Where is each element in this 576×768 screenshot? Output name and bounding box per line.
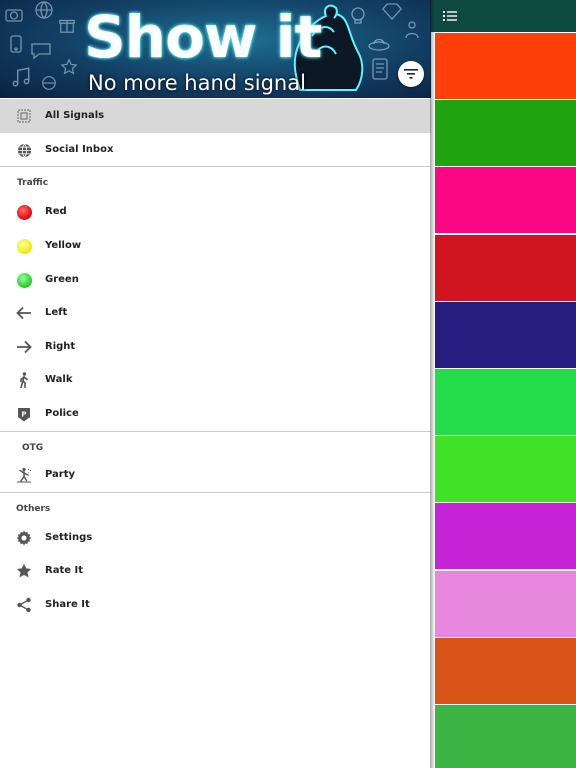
chat-doodle-icon: [31, 43, 51, 60]
star-icon: [15, 562, 33, 580]
globe-doodle-icon: [35, 1, 53, 19]
party-dancer-icon: [15, 466, 33, 484]
menu-item-left[interactable]: Left: [0, 296, 431, 330]
menu-item-label: Right: [45, 341, 76, 352]
menu-item-police[interactable]: P Police: [0, 397, 431, 431]
yellow-light-icon: [15, 237, 33, 255]
gear-icon: [15, 529, 33, 547]
phone-doodle-icon: [10, 35, 22, 53]
divider: [0, 166, 431, 167]
document-doodle-icon: [372, 58, 388, 80]
arrow-right-icon: [15, 338, 33, 356]
red-light-icon: [15, 203, 33, 221]
menu-item-social-inbox[interactable]: Social Inbox: [0, 133, 431, 167]
menu-item-party[interactable]: Party: [0, 458, 431, 492]
banner-subtitle: No more hand signal: [88, 71, 306, 95]
menu-item-share[interactable]: Share It: [0, 588, 431, 622]
top-bar: [431, 0, 576, 32]
globe-small-doodle-icon: [42, 76, 56, 90]
menu-item-label: Yellow: [45, 240, 82, 251]
globe-icon: [15, 141, 33, 159]
menu-item-green[interactable]: Green: [0, 263, 431, 297]
music-doodle-icon: [12, 67, 30, 87]
ufo-doodle-icon: [368, 38, 390, 51]
camera-doodle-icon: [5, 9, 23, 22]
signal-color-swatch[interactable]: [435, 503, 576, 570]
police-badge-icon: P: [15, 405, 33, 423]
menu-item-label: Settings: [45, 532, 93, 543]
walk-icon: [15, 371, 33, 389]
gift-doodle-icon: [59, 19, 75, 33]
signal-color-swatch[interactable]: [435, 369, 576, 435]
filter-icon: [404, 69, 418, 79]
menu-item-label: Red: [45, 206, 67, 217]
navigation-drawer: Show it No more hand signal All Signals …: [0, 0, 431, 768]
signal-color-swatch[interactable]: [435, 100, 576, 167]
signal-color-swatch[interactable]: [435, 234, 576, 301]
menu-item-label: All Signals: [45, 110, 105, 121]
menu-item-label: Left: [45, 307, 68, 318]
app-banner: Show it No more hand signal: [0, 0, 431, 98]
section-header-traffic: Traffic: [17, 178, 49, 188]
signal-color-swatch[interactable]: [435, 705, 576, 768]
divider: [0, 492, 431, 493]
all-signals-icon: [15, 107, 33, 125]
menu-item-label: Share It: [45, 599, 90, 610]
menu-item-label: Rate It: [45, 565, 83, 576]
menu-item-all-signals[interactable]: All Signals: [0, 99, 431, 133]
signal-color-swatch[interactable]: [435, 570, 576, 637]
menu-item-label: Social Inbox: [45, 144, 114, 155]
menu-item-rate[interactable]: Rate It: [0, 554, 431, 588]
signal-color-swatch[interactable]: [435, 301, 576, 368]
svg-text:P: P: [21, 410, 26, 418]
arrow-left-icon: [15, 304, 33, 322]
signal-color-swatch[interactable]: [435, 637, 576, 704]
list-icon[interactable]: [443, 9, 457, 23]
green-light-icon: [15, 271, 33, 289]
diamond-doodle-icon: [382, 3, 402, 20]
menu-item-walk[interactable]: Walk: [0, 363, 431, 397]
menu-item-label: Green: [45, 274, 79, 285]
signal-color-swatch[interactable]: [435, 167, 576, 234]
drawer-shadow: [430, 0, 435, 768]
divider: [0, 431, 431, 432]
menu-item-label: Walk: [45, 374, 73, 385]
section-header-others: Others: [16, 504, 51, 514]
menu-item-yellow[interactable]: Yellow: [0, 229, 431, 263]
person-doodle-icon: [405, 21, 419, 39]
menu-item-label: Police: [45, 408, 79, 419]
signal-color-swatch[interactable]: [435, 33, 576, 99]
filter-button[interactable]: [398, 61, 424, 87]
signal-color-swatch[interactable]: [435, 436, 576, 503]
share-icon: [15, 596, 33, 614]
section-header-otg: OTG: [22, 443, 44, 453]
star-doodle-icon: [60, 58, 78, 75]
menu-item-label: Party: [45, 469, 76, 480]
banner-title: Show it: [84, 3, 322, 71]
menu-item-red[interactable]: Red: [0, 195, 431, 229]
menu-item-right[interactable]: Right: [0, 330, 431, 364]
menu-item-settings[interactable]: Settings: [0, 521, 431, 555]
